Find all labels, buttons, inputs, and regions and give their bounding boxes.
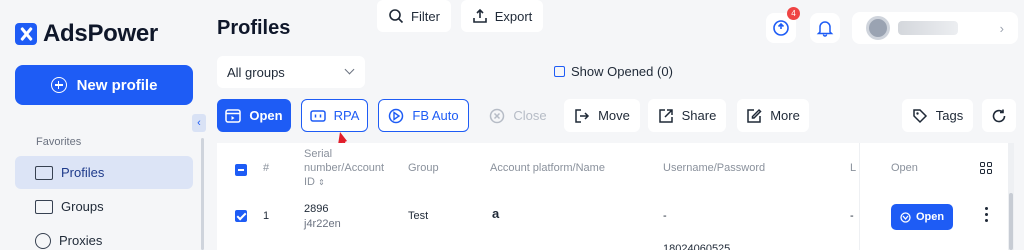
- more-label: More: [770, 108, 800, 123]
- row-checkbox[interactable]: [235, 210, 247, 222]
- sidebar-item-profiles[interactable]: Profiles: [15, 156, 193, 189]
- chevron-down-icon: [344, 64, 355, 75]
- sidebar: AdsPower New profile Favorites Profiles …: [0, 0, 205, 250]
- new-profile-label: New profile: [76, 76, 158, 94]
- browser-icon: [225, 108, 242, 123]
- sort-icon[interactable]: ⇕: [318, 178, 325, 187]
- tag-icon: [913, 108, 927, 123]
- notification-badge: 4: [787, 7, 800, 20]
- avatar: [866, 16, 890, 40]
- proxies-icon: [35, 232, 51, 249]
- sidebar-item-groups[interactable]: Groups: [15, 190, 193, 223]
- row-group: Test: [408, 210, 429, 222]
- next-row-username: 18024060525: [663, 243, 731, 250]
- column-header-platform: Account platform/Name: [490, 162, 605, 174]
- app-name: AdsPower: [43, 20, 158, 47]
- edit-icon: [747, 108, 762, 123]
- chevron-right-icon: ›: [999, 20, 1004, 36]
- row-serial: 2896: [304, 203, 329, 215]
- search-icon: [389, 9, 404, 24]
- folder-icon: [35, 165, 53, 180]
- column-header-username: Username/Password: [663, 162, 766, 174]
- share-label: Share: [681, 108, 717, 123]
- select-all-checkbox[interactable]: [235, 164, 247, 176]
- show-opened-toggle[interactable]: Show Opened (0): [554, 64, 673, 79]
- show-opened-label: Show Opened (0): [571, 64, 673, 79]
- page-title: Profiles: [217, 17, 291, 39]
- fb-auto-label: FB Auto: [412, 108, 459, 123]
- more-button[interactable]: More: [737, 99, 809, 132]
- close-circle-icon: [490, 108, 505, 123]
- share-button[interactable]: Share: [648, 99, 726, 132]
- row-open-button[interactable]: Open: [891, 204, 953, 230]
- column-header-index: #: [263, 162, 270, 174]
- tags-label: Tags: [935, 108, 964, 123]
- sidebar-item-label: Profiles: [61, 165, 105, 180]
- rpa-label: RPA: [333, 108, 360, 123]
- row-account-id: j4r22en: [304, 218, 341, 230]
- column-header-serial-label: Serial number/Account ID: [304, 148, 385, 188]
- filter-button[interactable]: Filter: [377, 0, 451, 32]
- collapse-sidebar-button[interactable]: ‹: [192, 114, 206, 132]
- sync-button[interactable]: 4: [766, 7, 800, 43]
- username-redacted: [898, 21, 958, 35]
- row-username: -: [663, 210, 667, 222]
- column-header-group: Group: [408, 162, 439, 174]
- profiles-table: # Serial number/Account ID ⇕ Group Accou…: [217, 143, 860, 250]
- app-logo[interactable]: AdsPower: [15, 20, 158, 48]
- export-icon: [472, 8, 487, 23]
- groups-icon: [35, 199, 53, 214]
- favorites-label: Favorites: [36, 136, 82, 148]
- share-icon: [658, 108, 673, 123]
- move-icon: [575, 108, 590, 123]
- new-profile-button[interactable]: New profile: [15, 65, 193, 105]
- open-column-panel: Open Open: [859, 143, 1008, 250]
- column-header-open: Open: [891, 162, 918, 174]
- notifications-button[interactable]: [810, 13, 840, 43]
- row-more-icon[interactable]: [985, 207, 988, 222]
- fb-auto-icon: [389, 108, 404, 123]
- refresh-button[interactable]: [982, 99, 1016, 132]
- column-header-serial[interactable]: Serial number/Account ID ⇕: [304, 147, 384, 190]
- adspower-logo-icon: [15, 23, 37, 45]
- column-header-extra: L: [850, 162, 857, 174]
- bell-icon: [816, 21, 834, 37]
- group-select-value: All groups: [227, 64, 285, 80]
- browser-open-icon: [900, 211, 911, 223]
- move-label: Move: [598, 108, 630, 123]
- export-button[interactable]: Export: [461, 0, 543, 32]
- close-label: Close: [513, 108, 547, 123]
- sidebar-item-proxies[interactable]: Proxies: [15, 224, 193, 250]
- plus-circle-icon: [50, 77, 67, 93]
- sidebar-item-label: Proxies: [59, 233, 103, 248]
- table-scrollbar[interactable]: [1008, 143, 1014, 250]
- move-button[interactable]: Move: [564, 99, 640, 132]
- open-label: Open: [249, 108, 283, 123]
- row-open-label: Open: [915, 211, 945, 223]
- open-button[interactable]: Open: [217, 99, 291, 132]
- sidebar-item-label: Groups: [61, 199, 104, 214]
- row-extra: -: [850, 210, 854, 222]
- tags-button[interactable]: Tags: [902, 99, 973, 132]
- filter-label: Filter: [411, 8, 440, 24]
- group-select[interactable]: All groups: [217, 56, 365, 88]
- close-button[interactable]: Close: [479, 99, 557, 132]
- rpa-icon: [309, 109, 326, 122]
- sync-icon: [773, 20, 789, 36]
- column-settings-icon[interactable]: [980, 162, 992, 174]
- export-label: Export: [494, 8, 533, 24]
- amazon-icon: a: [492, 206, 500, 221]
- row-index: 1: [263, 210, 270, 222]
- checkbox[interactable]: [554, 66, 565, 77]
- user-menu[interactable]: ›: [852, 12, 1018, 44]
- fb-auto-button[interactable]: FB Auto: [378, 99, 469, 132]
- refresh-icon: [992, 109, 1006, 122]
- sidebar-scrollbar[interactable]: [201, 138, 204, 250]
